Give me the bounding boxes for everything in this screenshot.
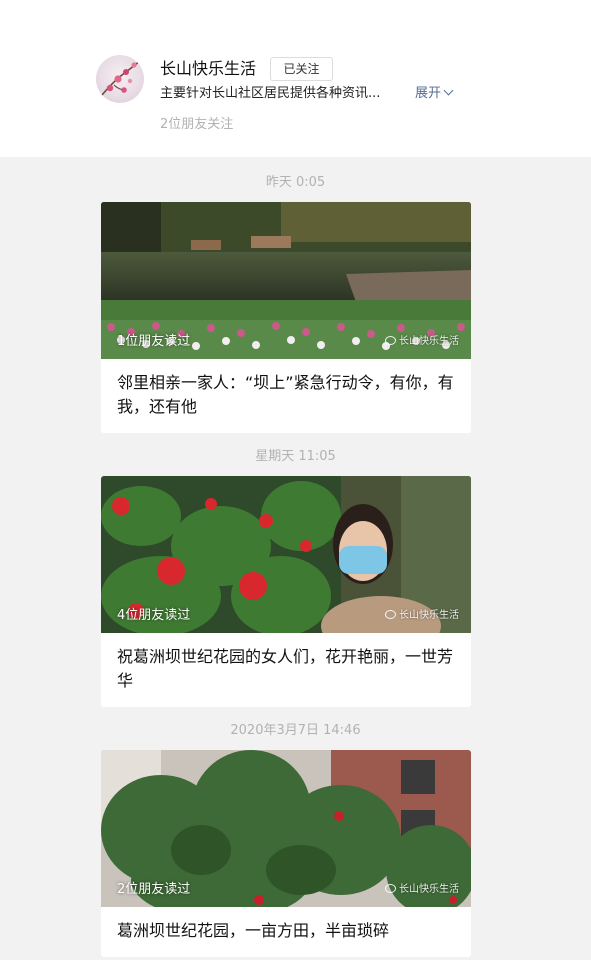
cover-watermark: 长山快乐生活 (385, 609, 459, 623)
article-title: 邻里相亲一家人：“坝上”紧急行动令，有你，有我，还有他 (117, 373, 454, 416)
watermark-text: 长山快乐生活 (399, 884, 459, 895)
account-avatar[interactable] (96, 55, 144, 103)
wechat-icon (385, 610, 396, 619)
cover-watermark: 长山快乐生活 (385, 335, 459, 349)
watermark-text: 长山快乐生活 (399, 610, 459, 621)
friends-following-count: 2位朋友关注 (160, 117, 234, 132)
article-title: 祝葛洲坝世纪花园的女人们，花开艳丽，一世芳华 (117, 647, 454, 690)
wechat-icon (385, 884, 396, 893)
article-cover-image: 2位朋友读过 长山快乐生活 (101, 750, 471, 907)
article-timestamp: 昨天 0:05 (265, 175, 326, 190)
expand-label: 展开 (415, 86, 442, 101)
followed-button[interactable]: 已关注 (270, 57, 333, 81)
article-cover-image: 4位朋友读过 长山快乐生活 (101, 476, 471, 633)
article-timestamp: 星期天 11:05 (255, 449, 336, 464)
cover-watermark: 长山快乐生活 (385, 883, 459, 897)
account-name: 长山快乐生活 (160, 59, 257, 78)
friends-read-count: 2位朋友读过 (117, 882, 191, 897)
wechat-icon (385, 336, 396, 345)
article-timestamp: 2020年3月7日 14:46 (230, 723, 361, 738)
account-description: 主要针对长山社区居民提供各种资讯... (160, 86, 381, 101)
article-card[interactable]: 1位朋友读过 长山快乐生活 邻里相亲一家人：“坝上”紧急行动令，有你，有我，还有… (101, 202, 471, 433)
article-title: 葛洲坝世纪花园，一亩方田，半亩琐碎 (117, 921, 390, 940)
friends-read-count: 4位朋友读过 (117, 608, 191, 623)
friends-read-count: 1位朋友读过 (117, 334, 191, 349)
article-card[interactable]: 4位朋友读过 长山快乐生活 祝葛洲坝世纪花园的女人们，花开艳丽，一世芳华 (101, 476, 471, 707)
article-card[interactable]: 2位朋友读过 长山快乐生活 葛洲坝世纪花园，一亩方田，半亩琐碎 (101, 750, 471, 957)
chevron-down-icon (443, 85, 454, 96)
expand-description-button[interactable]: 展开 (415, 84, 454, 104)
account-header: 长山快乐生活 已关注 主要针对长山社区居民提供各种资讯... 展开 2位朋友关注 (0, 0, 591, 157)
article-cover-image: 1位朋友读过 长山快乐生活 (101, 202, 471, 359)
watermark-text: 长山快乐生活 (399, 336, 459, 347)
